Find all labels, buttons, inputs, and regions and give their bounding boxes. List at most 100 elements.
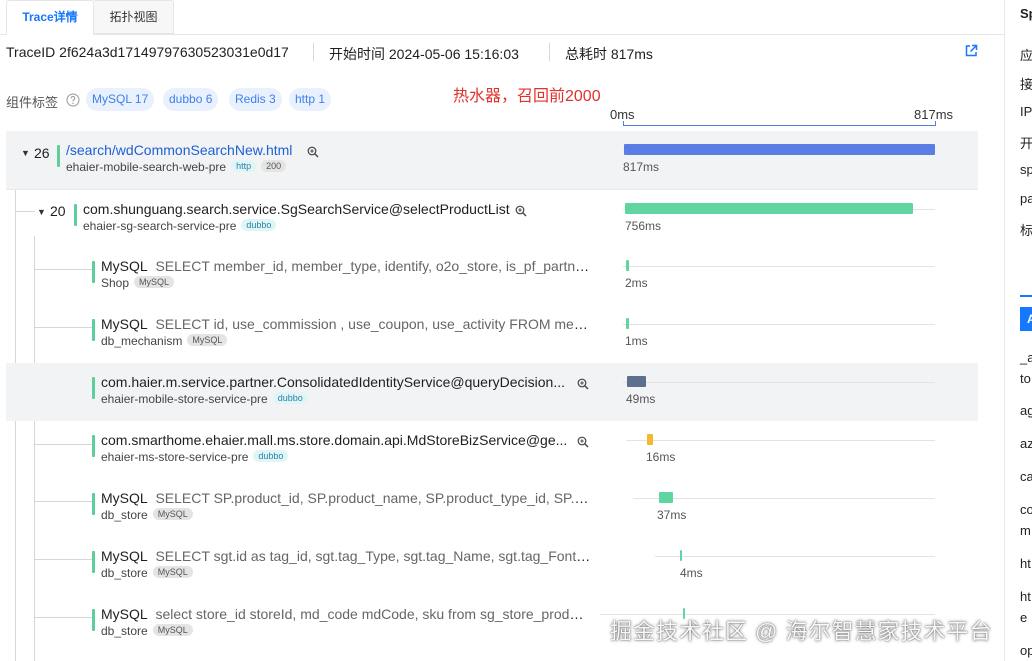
- service-name-row: db_store MySQL: [101, 624, 193, 638]
- duration-bar[interactable]: [624, 144, 935, 155]
- span-title[interactable]: /search/wdCommonSearchNew.html: [66, 142, 292, 158]
- timeline-track: [623, 382, 935, 383]
- panel-attr: ht: [1020, 589, 1031, 604]
- span-kind: MySQL: [101, 548, 148, 564]
- span-row[interactable]: MySQL SELECT id, use_commission , use_co…: [6, 305, 978, 363]
- sql-statement: select store_id storeId, md_code mdCode,…: [155, 606, 591, 622]
- service-name-row: ehaier-sg-search-service-pre dubbo: [83, 219, 277, 233]
- panel-attr: _a: [1020, 350, 1032, 365]
- span-title[interactable]: com.haier.m.service.partner.Consolidated…: [101, 374, 565, 390]
- expand-caret-icon[interactable]: ▼: [37, 207, 46, 217]
- span-operation: com.smarthome.ehaier.mall.ms.store.domai…: [101, 432, 568, 448]
- tag-chip-mysql[interactable]: MySQL 17: [86, 88, 155, 111]
- sql-statement: SELECT sgt.id as tag_id, sgt.tag_Type, s…: [155, 548, 591, 564]
- duration-bar[interactable]: [627, 376, 646, 387]
- duration-bar[interactable]: [626, 260, 629, 271]
- span-row[interactable]: MySQL SELECT SP.product_id, SP.product_n…: [6, 479, 978, 537]
- service-name-row: ehaier-ms-store-service-pre dubbo: [101, 450, 289, 464]
- span-row[interactable]: ▼ 20 com.shunguang.search.service.SgSearch…: [6, 189, 978, 247]
- panel-attr: op: [1020, 643, 1032, 658]
- panel-title: Sp: [1020, 6, 1032, 21]
- sql-statement: SELECT SP.product_id, SP.product_name, S…: [155, 490, 591, 506]
- panel-attr: to: [1020, 371, 1031, 386]
- tag-chip-redis[interactable]: Redis 3: [229, 88, 282, 111]
- duration-bar[interactable]: [680, 550, 682, 561]
- span-row[interactable]: MySQL SELECT member_id, member_type, ide…: [6, 247, 978, 305]
- panel-attr: m: [1020, 523, 1031, 538]
- component-badge: dubbo: [253, 450, 289, 462]
- panel-attr: az: [1020, 436, 1032, 451]
- component-badge: http: [231, 160, 257, 172]
- tab-trace-detail[interactable]: Trace详情: [6, 0, 94, 35]
- span-operation: com.haier.m.service.partner.Consolidated…: [101, 374, 565, 390]
- panel-tab-button[interactable]: A: [1020, 307, 1032, 331]
- duration-bar[interactable]: [626, 318, 629, 329]
- child-count: 20: [50, 203, 66, 219]
- span-title[interactable]: MySQL SELECT id, use_commission , use_co…: [101, 316, 591, 332]
- timeline-tick: [623, 121, 624, 126]
- component-badge: MySQL: [152, 624, 193, 636]
- span-row[interactable]: com.smarthome.ehaier.mall.ms.store.domai…: [6, 421, 978, 479]
- span-status-bar: [92, 261, 95, 283]
- span-title[interactable]: com.shunguang.search.service.SgSearchSer…: [83, 201, 510, 217]
- span-title[interactable]: MySQL SELECT sgt.id as tag_id, sgt.tag_T…: [101, 548, 591, 564]
- span-row[interactable]: ▼ 26/search/wdCommonSearchNew.html ehaier-…: [6, 131, 978, 189]
- duration-label: 756ms: [625, 219, 662, 233]
- duration-bar[interactable]: [647, 434, 653, 445]
- component-badge: MySQL: [152, 508, 193, 520]
- span-operation: com.shunguang.search.service.SgSearchSer…: [83, 201, 510, 217]
- span-kind: MySQL: [101, 258, 148, 274]
- tag-chip-dubbo[interactable]: dubbo 6: [163, 88, 219, 111]
- timeline-track: [623, 324, 935, 325]
- timeline-track: [633, 498, 935, 499]
- zoom-in-icon[interactable]: [515, 204, 527, 222]
- zoom-in-icon[interactable]: [577, 435, 589, 453]
- span-title[interactable]: com.smarthome.ehaier.mall.ms.store.domai…: [101, 432, 567, 448]
- tab-topology-view[interactable]: 拓扑视图: [94, 0, 174, 34]
- service-name: ehaier-mobile-store-service-pre: [101, 392, 268, 406]
- span-row[interactable]: com.haier.m.service.partner.Consolidated…: [6, 363, 978, 421]
- timeline-tick: [935, 121, 936, 126]
- service-name-row: ehaier-mobile-store-service-pre dubbo: [101, 392, 308, 406]
- timeline-start-label: 0ms: [610, 107, 635, 122]
- tag-chip-http[interactable]: http 1: [289, 88, 332, 111]
- span-status-bar: [92, 435, 95, 457]
- duration-label: 49ms: [626, 392, 656, 406]
- span-title[interactable]: MySQL SELECT SP.product_id, SP.product_n…: [101, 490, 591, 506]
- duration-bar[interactable]: [625, 203, 913, 214]
- duration-bar[interactable]: [659, 492, 673, 503]
- zoom-in-icon[interactable]: [307, 145, 319, 163]
- child-count: 26: [34, 145, 50, 161]
- panel-field: 标: [1020, 223, 1032, 238]
- service-name-row: db_store MySQL: [101, 508, 193, 522]
- span-row[interactable]: MySQL SELECT sgt.id as tag_id, sgt.tag_T…: [6, 537, 978, 595]
- panel-field: sp: [1020, 162, 1032, 177]
- service-name-row: db_store MySQL: [101, 566, 193, 580]
- sql-statement: SELECT member_id, member_type, identify,…: [155, 258, 591, 274]
- service-name: db_store: [101, 508, 148, 522]
- span-title[interactable]: MySQL SELECT member_id, member_type, ide…: [101, 258, 591, 274]
- span-status-bar: [92, 493, 95, 515]
- open-external-icon[interactable]: [964, 44, 978, 58]
- help-icon[interactable]: [66, 93, 80, 107]
- service-name: db_mechanism: [101, 334, 183, 348]
- span-kind: MySQL: [101, 606, 148, 622]
- service-name-row: ehaier-mobile-search-web-pre http 200: [66, 160, 287, 174]
- start-time: 开始时间 2024-05-06 15:16:03: [329, 46, 519, 62]
- panel-field: 开: [1020, 136, 1032, 151]
- span-title[interactable]: MySQL select store_id storeId, md_code m…: [101, 606, 591, 622]
- expand-caret-icon[interactable]: ▼: [21, 148, 30, 158]
- panel-attr: ag: [1020, 403, 1032, 418]
- component-badge: MySQL: [152, 566, 193, 578]
- span-status-bar: [92, 319, 95, 341]
- service-name: db_store: [101, 624, 148, 638]
- span-operation: /search/wdCommonSearchNew.html: [66, 142, 293, 158]
- total-duration: 总耗时 817ms: [565, 46, 653, 62]
- span-status-bar: [74, 204, 77, 226]
- component-tags-label: 组件标签: [6, 95, 59, 110]
- duration-label: 16ms: [646, 450, 676, 464]
- tab-bar: Trace详情 拓扑视图: [0, 0, 1004, 35]
- duration-label: 2ms: [625, 276, 648, 290]
- zoom-in-icon[interactable]: [577, 377, 589, 395]
- trace-id: TraceID 2f624a3d17149797630523031e0d17: [6, 44, 289, 60]
